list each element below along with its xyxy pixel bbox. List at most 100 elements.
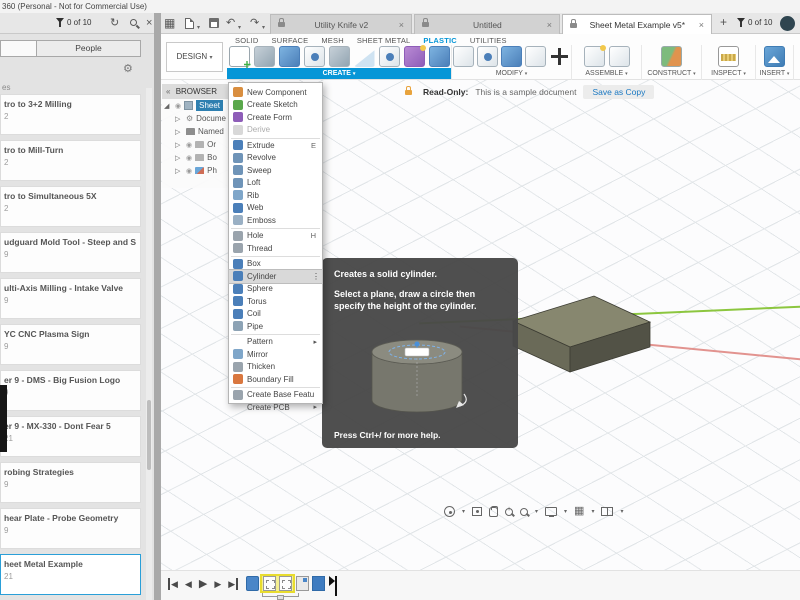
save-as-copy-button[interactable]: Save as Copy [583,85,654,99]
menu-item[interactable]: Hole H ▸ ⋮ [229,230,322,243]
play-icon[interactable]: ▶ [199,578,207,590]
flange-feature-icon[interactable] [296,576,309,591]
sketch-feature-icon[interactable] [279,576,292,591]
pan-icon[interactable] [489,507,498,517]
tree-expanded-icon[interactable]: ◢ [164,102,172,110]
menu-item[interactable]: Box ▸ ⋮ [229,258,322,271]
menu-item[interactable]: Coil ▸ ⋮ [229,308,322,321]
form-icon[interactable] [279,46,300,67]
viewports-icon[interactable] [601,507,613,516]
tree-collapsed-icon[interactable]: ▷ [175,128,183,136]
select-menu-button[interactable]: SE [794,68,800,79]
joint-icon[interactable] [609,46,630,67]
move-icon[interactable] [549,46,570,67]
menu-item[interactable]: Cylinder ▸ ⋮ [229,270,322,283]
gear-icon[interactable]: ⚙ [123,62,133,75]
project-card[interactable]: robing Strategies 9 [0,462,141,503]
new-tab-icon[interactable]: + [720,15,727,29]
flange-icon[interactable] [379,46,400,67]
project-card[interactable]: heet Metal Example 21 [0,554,141,595]
insert-image-icon[interactable] [764,46,785,67]
user-avatar[interactable] [780,16,795,31]
close-tab-icon[interactable]: × [547,20,552,30]
project-card[interactable]: ulti-Axis Milling - Intake Valve 9 [0,278,141,319]
tree-collapsed-icon[interactable]: ▷ [175,154,183,162]
plastic-part-icon[interactable] [404,46,425,67]
display-caret-icon[interactable]: ▾ [564,508,567,515]
menu-item[interactable]: Extrude E ▸ ⋮ [229,139,322,152]
menu-item[interactable]: Thread ▸ ⋮ [229,242,322,255]
fit-icon[interactable] [520,508,528,516]
go-to-end-icon[interactable]: ▶ [228,578,238,590]
file-menu-icon[interactable] [185,18,194,29]
menu-item[interactable]: New Component ▸ ⋮ [229,86,322,99]
data-tab-stub[interactable] [0,40,37,57]
inspect-menu-button[interactable]: INSPECT ▾ [702,68,755,79]
project-card[interactable]: er 9 - MX-330 - Dont Fear 5 21 [0,416,141,457]
menu-item[interactable]: Pipe ▸ ⋮ [229,320,322,333]
close-data-panel-icon[interactable]: × [146,16,152,30]
sketch-feature-icon[interactable] [263,576,276,591]
save-icon[interactable] [209,18,219,28]
project-card[interactable]: tro to Simultaneous 5X 2 [0,186,141,227]
kebab-icon[interactable]: ⋮ [312,272,320,281]
app-grid-icon[interactable]: ▦ [164,16,175,30]
tree-collapsed-icon[interactable]: ▷ [175,115,183,123]
construct-plane-icon[interactable] [661,46,682,67]
box-primitive-icon[interactable] [254,46,275,67]
timeline-position-marker[interactable] [330,576,340,596]
construct-menu-button[interactable]: CONSTRUCT ▾ [642,68,701,79]
project-card[interactable]: tro to Mill-Turn 2 [0,140,141,181]
feature-group-handle[interactable] [277,595,284,600]
go-to-start-icon[interactable]: ◀ [168,578,178,590]
close-tab-icon[interactable]: × [399,20,404,30]
document-tab-utility-knife[interactable]: Utility Knife v2 × [270,14,412,34]
display-settings-icon[interactable] [545,507,557,516]
fit-caret-icon[interactable]: ▾ [535,508,538,515]
menu-item[interactable]: Create PCB ▸ ⋮ [229,401,322,414]
eye-icon[interactable]: ◉ [186,167,192,175]
scrollbar-thumb[interactable] [147,400,151,470]
orbit-caret-icon[interactable]: ▾ [462,508,465,515]
menu-item[interactable]: Create Sketch ▸ ⋮ [229,99,322,112]
insert-menu-button[interactable]: INSERT ▾ [756,68,793,79]
menu-item[interactable]: Rib ▸ ⋮ [229,189,322,202]
wedge-icon[interactable] [354,46,375,67]
menu-item[interactable]: Create Form ▸ ⋮ [229,111,322,124]
menu-item[interactable]: Boundary Fill ▸ ⋮ [229,373,322,386]
eye-icon[interactable]: ◉ [175,102,181,110]
press-pull-icon[interactable] [453,46,474,67]
zoom-icon[interactable] [505,508,513,516]
grid-settings-icon[interactable]: ▦ [574,506,584,517]
file-menu-caret-icon[interactable]: ▾ [197,21,200,35]
base-feature-icon[interactable] [312,576,325,591]
project-card[interactable]: hear Plate - Probe Geometry 9 [0,508,141,549]
close-tab-icon[interactable]: × [699,20,704,30]
redo-caret-icon[interactable]: ▾ [262,21,265,35]
people-tab[interactable]: People [36,40,141,57]
project-card[interactable]: YC CNC Plasma Sign 9 [0,324,141,365]
design-workspace-button[interactable]: DESIGN ▾ [166,42,223,72]
step-back-icon[interactable]: ◀ [185,578,192,590]
project-card[interactable]: er 9 - DMS - Big Fusion Logo 9 [0,370,141,411]
combine-icon[interactable] [501,46,522,67]
menu-item[interactable]: Mirror ▸ ⋮ [229,348,322,361]
new-component-icon[interactable] [584,46,605,67]
web-icon[interactable] [329,46,350,67]
menu-item[interactable]: Torus ▸ ⋮ [229,295,322,308]
viewports-caret-icon[interactable]: ▾ [620,508,623,515]
collapse-icon[interactable]: « [166,87,169,96]
step-forward-icon[interactable]: ▶ [214,578,221,590]
menu-item[interactable]: Emboss ▸ ⋮ [229,214,322,227]
form-feature-icon[interactable] [246,576,259,591]
tree-collapsed-icon[interactable]: ▷ [175,167,183,175]
orbit-icon[interactable] [444,506,455,517]
menu-item[interactable]: Derive ▸ ⋮ [229,124,322,137]
menu-item[interactable]: Thicken ▸ ⋮ [229,361,322,374]
menu-item[interactable]: Sweep ▸ ⋮ [229,164,322,177]
project-card[interactable]: udguard Mold Tool - Steep and Shall... 9 [0,232,141,273]
menu-item[interactable]: Create Base Feature ▸ ⋮ [229,389,322,402]
grid-caret-icon[interactable]: ▾ [591,508,594,515]
redo-icon[interactable]: ↷ [250,16,259,30]
menu-item[interactable]: Revolve ▸ ⋮ [229,152,322,165]
